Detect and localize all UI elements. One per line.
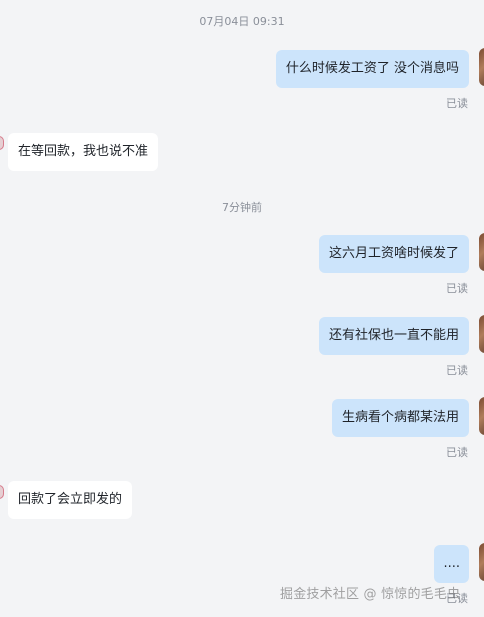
user-avatar[interactable] <box>479 233 484 271</box>
contact-avatar[interactable] <box>0 485 4 499</box>
message-bubble-outgoing[interactable]: 还有社保也一直不能用 <box>318 317 469 355</box>
message-bubble-incoming[interactable]: 在等回款，我也说不准 <box>8 133 159 171</box>
read-status: 已读 <box>446 97 468 110</box>
message-bubble-outgoing[interactable]: 这六月工资啥时候发了 <box>318 235 469 273</box>
timestamp-divider: 7分钟前 <box>222 201 262 214</box>
read-status: 已读 <box>446 282 468 295</box>
watermark: 掘金技术社区 @ 惊惊的毛毛虫 <box>280 587 461 602</box>
message-bubble-outgoing[interactable]: 什么时候发工资了 没个消息吗 <box>275 50 469 88</box>
user-avatar[interactable] <box>479 397 484 435</box>
chat-window: 07月04日 09:31 什么时候发工资了 没个消息吗 已读 在等回款，我也说不… <box>0 0 484 617</box>
read-status: 已读 <box>446 446 468 459</box>
message-bubble-outgoing[interactable]: 生病看个病都某法用 <box>331 399 469 437</box>
user-avatar[interactable] <box>479 48 484 86</box>
read-status: 已读 <box>446 364 468 377</box>
contact-avatar[interactable] <box>0 136 4 150</box>
message-bubble-incoming[interactable]: 回款了会立即发的 <box>8 481 133 519</box>
user-avatar[interactable] <box>479 315 484 353</box>
user-avatar[interactable] <box>479 543 484 581</box>
message-bubble-outgoing[interactable]: .... <box>434 545 469 583</box>
timestamp-divider: 07月04日 09:31 <box>199 15 285 28</box>
